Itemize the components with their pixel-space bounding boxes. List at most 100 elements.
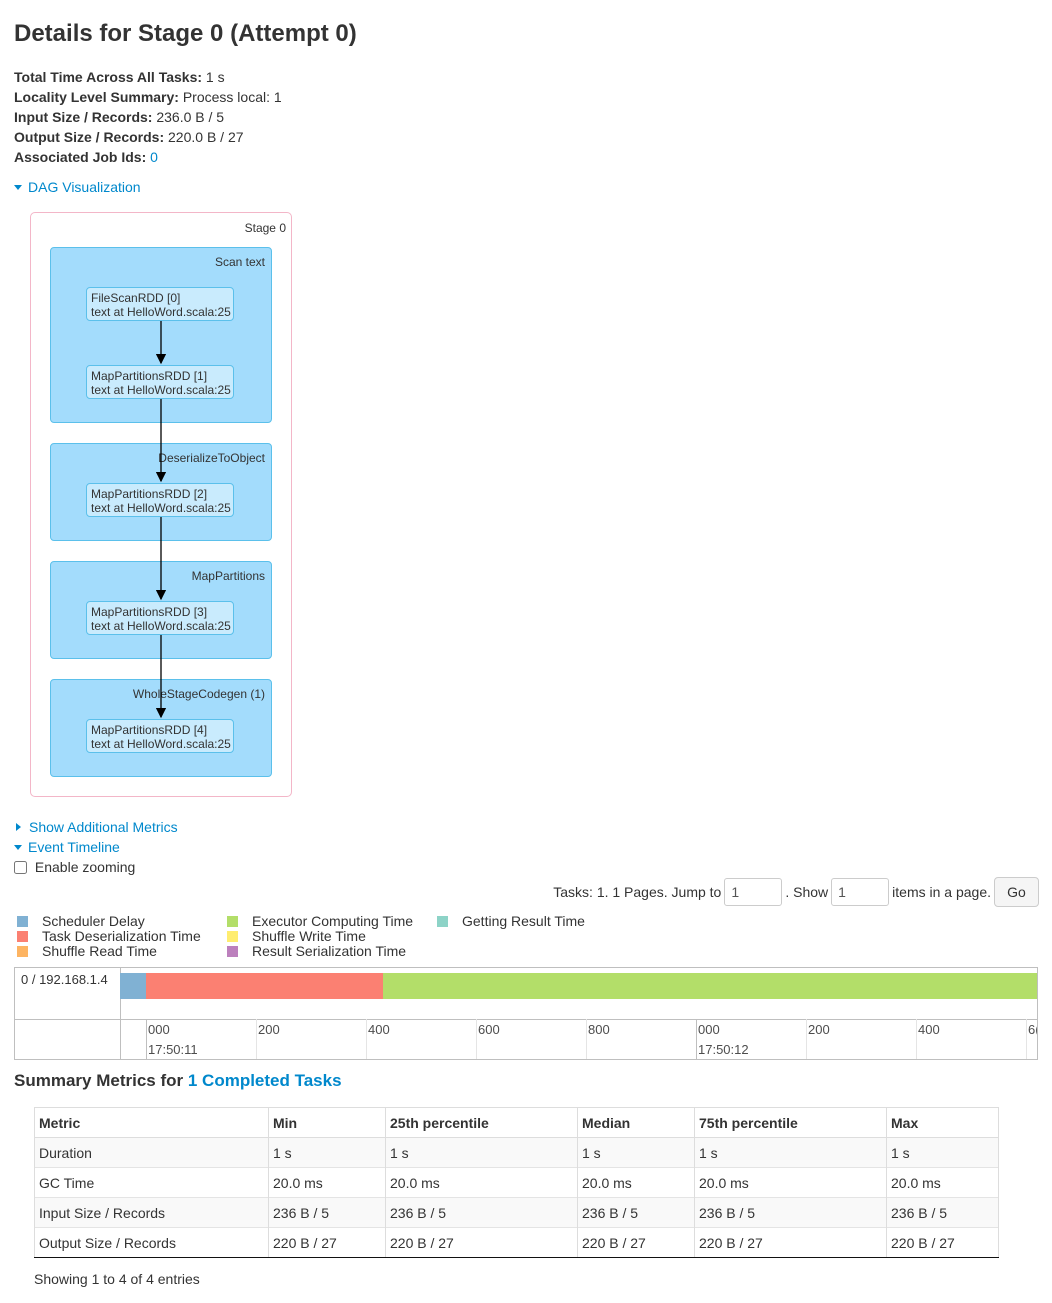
legend-item: Shuffle Write Time: [222, 929, 413, 944]
enable-zooming-checkbox[interactable]: [14, 860, 27, 874]
timeline-bar-executor-computing[interactable]: [383, 973, 1037, 999]
dag-node-name: MapPartitionsRDD [4]: [91, 723, 208, 737]
timeline-tick-label: 200: [808, 1022, 830, 1037]
enable-zooming-row: Enable zooming: [14, 857, 135, 877]
dag-cluster-scan-text[interactable]: Scan text FileScanRDD [0] text at HelloWo…: [50, 247, 272, 423]
dag-cluster-whole-stage-codegen[interactable]: WholeStageCodegen (1) MapPartitionsRDD […: [50, 679, 272, 777]
locality-label: Locality Level Summary:: [14, 89, 179, 105]
table-cell: 1 s: [694, 1137, 887, 1168]
timeline-label-column: 0 / 192.168.1.4: [15, 968, 121, 1059]
legend-item: Task Deserialization Time: [12, 929, 201, 944]
timeline-tick: [256, 1019, 257, 1059]
dag-node-rdd-4[interactable]: MapPartitionsRDD [4] text at HelloWord.sc…: [86, 719, 234, 753]
dag-node-callsite: text at HelloWord.scala:25: [91, 737, 231, 751]
legend-item: Shuffle Read Time: [12, 944, 201, 959]
timeline-tick-label: 600: [478, 1022, 500, 1037]
dag-node-callsite: text at HelloWord.scala:25: [91, 383, 231, 397]
timeline-bar-task-deserialization[interactable]: [146, 973, 383, 999]
timeline-tick: [916, 1019, 917, 1059]
dag-cluster-map-partitions[interactable]: MapPartitions MapPartitionsRDD [3] text a…: [50, 561, 272, 659]
timeline-time-label: 17:50:11: [148, 1042, 198, 1057]
locality-row: Locality Level Summary: Process local: 1: [14, 87, 282, 107]
dag-node-name: FileScanRDD [0]: [91, 291, 181, 305]
table-cell: 236 B / 5: [268, 1197, 386, 1228]
timeline-tick-label: 000: [698, 1022, 720, 1037]
summary-metrics-title-prefix: Summary Metrics for: [14, 1071, 184, 1090]
additional-metrics-toggle[interactable]: Show Additional Metrics: [14, 817, 178, 837]
arrow-right-icon: [16, 823, 21, 832]
dag-visualization-toggle[interactable]: DAG Visualization: [14, 177, 141, 197]
timeline-tick: [806, 1019, 807, 1059]
table-cell: 1 s: [886, 1137, 999, 1168]
dag-node-name: MapPartitionsRDD [3]: [91, 605, 208, 619]
timeline-legend-col-2: Executor Computing Time Shuffle Write Ti…: [222, 914, 413, 959]
column-header-75th[interactable]: 75th percentile: [694, 1107, 887, 1138]
arrow-down-icon: [14, 184, 22, 190]
dag-cluster-deserialize-to-object[interactable]: DeserializeToObject MapPartitionsRDD [2]…: [50, 443, 272, 541]
additional-metrics-label: Show Additional Metrics: [29, 819, 178, 835]
legend-label: Scheduler Delay: [42, 913, 145, 929]
table-cell: Input Size / Records: [34, 1197, 269, 1228]
dag-node-rdd-3[interactable]: MapPartitionsRDD [3] text at HelloWord.sc…: [86, 601, 234, 635]
column-header-max[interactable]: Max: [886, 1107, 999, 1138]
column-header-median[interactable]: Median: [577, 1107, 695, 1138]
input-label: Input Size / Records:: [14, 109, 153, 125]
column-header-metric[interactable]: Metric: [34, 1107, 269, 1138]
table-cell: 236 B / 5: [385, 1197, 578, 1228]
timeline-tick-label: 200: [258, 1022, 280, 1037]
timeline-tick-label: 800: [588, 1022, 610, 1037]
dag-node-rdd-1[interactable]: MapPartitionsRDD [1] text at HelloWord.sc…: [86, 365, 234, 399]
table-cell: 20.0 ms: [886, 1167, 999, 1198]
table-row: Input Size / Records 236 B / 5 236 B / 5…: [34, 1197, 999, 1228]
stage-summary: Total Time Across All Tasks: 1 s Localit…: [14, 67, 282, 167]
table-cell: 220 B / 27: [694, 1227, 887, 1258]
job-id-link[interactable]: 0: [150, 149, 158, 165]
dag-node-rdd-0[interactable]: FileScanRDD [0] text at HelloWord.scala:2…: [86, 287, 234, 321]
timeline-tick-label: 400: [918, 1022, 940, 1037]
dag-node-rdd-2[interactable]: MapPartitionsRDD [2] text at HelloWord.sc…: [86, 483, 234, 517]
table-cell: 20.0 ms: [577, 1167, 695, 1198]
summary-metrics-table: Metric Min 25th percentile Median 75th p…: [34, 1107, 999, 1258]
dag-node-callsite: text at HelloWord.scala:25: [91, 619, 231, 633]
legend-swatch: [227, 931, 238, 942]
timeline-tick: [146, 1019, 147, 1059]
enable-zooming-label[interactable]: Enable zooming: [35, 859, 135, 875]
table-cell: 220 B / 27: [577, 1227, 695, 1258]
table-cell: 220 B / 27: [268, 1227, 386, 1258]
event-timeline-toggle[interactable]: Event Timeline: [14, 837, 120, 857]
table-row: Duration 1 s 1 s 1 s 1 s 1 s: [34, 1137, 999, 1168]
dag-cluster-label: DeserializeToObject: [158, 451, 265, 465]
table-cell: GC Time: [34, 1167, 269, 1198]
event-timeline[interactable]: 0 / 192.168.1.4 000 200 400 600 800 000 …: [14, 967, 1038, 1060]
column-header-25th[interactable]: 25th percentile: [385, 1107, 578, 1138]
table-cell: 20.0 ms: [694, 1167, 887, 1198]
table-cell: 220 B / 27: [385, 1227, 578, 1258]
completed-tasks-link[interactable]: 1 Completed Tasks: [188, 1071, 342, 1090]
paging-prefix: Tasks: 1. 1 Pages. Jump to: [553, 884, 722, 900]
output-value: 220.0 B / 27: [168, 129, 244, 145]
input-row: Input Size / Records: 236.0 B / 5: [14, 107, 282, 127]
go-button[interactable]: Go: [994, 877, 1039, 907]
legend-label: Result Serialization Time: [252, 943, 407, 959]
input-value: 236.0 B / 5: [156, 109, 225, 125]
output-label: Output Size / Records:: [14, 129, 165, 145]
timeline-tick: [366, 1019, 367, 1059]
page-title: Details for Stage 0 (Attempt 0): [14, 20, 357, 47]
legend-swatch: [227, 916, 238, 927]
table-cell: 236 B / 5: [694, 1197, 887, 1228]
paging-suffix: items in a page.: [892, 884, 991, 900]
jump-to-page-input[interactable]: [724, 878, 783, 906]
table-cell: Output Size / Records: [34, 1227, 269, 1258]
job-ids-label: Associated Job Ids:: [14, 149, 147, 165]
dag-node-name: MapPartitionsRDD [1]: [91, 369, 208, 383]
arrow-down-icon: [14, 844, 22, 850]
timeline-tick-label: 400: [368, 1022, 390, 1037]
column-header-min[interactable]: Min: [268, 1107, 386, 1138]
timeline-tick-label: 6(: [1028, 1022, 1037, 1037]
timeline-bar-scheduler-delay[interactable]: [120, 973, 146, 999]
page-size-input[interactable]: [831, 878, 890, 906]
legend-label: Executor Computing Time: [252, 913, 414, 929]
table-cell: 1 s: [577, 1137, 695, 1168]
paging-show-label: . Show: [785, 884, 829, 900]
task-paging: Tasks: 1. 1 Pages. Jump to . Show items …: [553, 877, 1039, 907]
